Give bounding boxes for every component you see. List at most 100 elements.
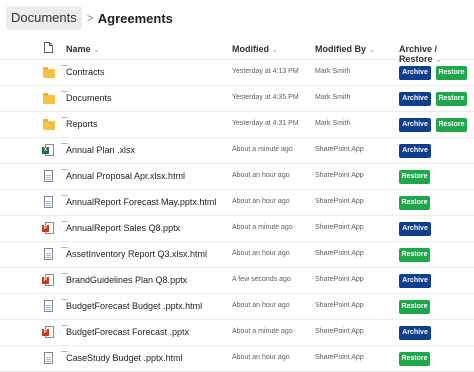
modified-by: SharePoint App [315, 328, 364, 335]
table-row[interactable]: P ⁓ BudgetForecast Forecast .pptx About a m… [0, 320, 474, 346]
new-item-icon: ⁓ [61, 349, 68, 356]
restore-button[interactable]: Restore [399, 196, 430, 210]
row-actions: Archive Restore [399, 66, 467, 80]
table-row[interactable]: ⁓ Reports Yesterday at 4:31 PM Mark Smith Ar… [0, 112, 474, 138]
modified-by: SharePoint App [315, 354, 364, 361]
folder-icon [42, 93, 56, 105]
column-name-label: Name [66, 44, 91, 54]
table-row[interactable]: X ⁓ Annual Plan .xlsx About a minute ago Sha… [0, 138, 474, 164]
table-row[interactable]: ⁓ AnnualReport Forecast May.pptx.html Abou… [0, 190, 474, 216]
table-row[interactable]: ⁓ CaseStudy Budget .pptx.html About an hou… [0, 346, 474, 372]
file-name[interactable]: ⁓ BudgetForecast Budget .pptx.html [61, 297, 202, 311]
row-actions: Archive [399, 326, 431, 340]
archive-button[interactable]: Archive [399, 144, 431, 158]
file-name[interactable]: ⁓ AnnualReport Sales Q8.pptx [61, 219, 180, 233]
breadcrumb-current: Agreements [97, 10, 173, 26]
excel-file-icon: X [42, 144, 56, 157]
table-row[interactable]: ⁓ Contracts Yesterday at 4:13 PM Mark Smith… [0, 60, 474, 86]
archive-button[interactable]: Archive [399, 92, 431, 106]
row-actions: Restore [399, 196, 430, 210]
row-actions: Archive Restore [399, 92, 467, 106]
file-name[interactable]: ⁓ AnnualReport Forecast May.pptx.html [61, 193, 216, 207]
archive-button[interactable]: Archive [399, 222, 431, 236]
modified-date: About a minute ago [232, 146, 293, 153]
new-item-icon: ⁓ [61, 141, 68, 148]
file-name[interactable]: ⁓ Reports [61, 115, 98, 129]
new-item-icon: ⁓ [61, 89, 68, 96]
file-name[interactable]: ⁓ Documents [61, 89, 112, 103]
table-row[interactable]: ⁓ Documents Yesterday at 4:35 PM Mark Smith… [0, 86, 474, 112]
file-name[interactable]: ⁓ BrandGuidelines Plan Q8.pptx [61, 271, 187, 285]
file-name[interactable]: ⁓ Annual Plan .xlsx [61, 141, 135, 155]
modified-date: About an hour ago [232, 250, 290, 257]
new-item-icon: ⁓ [61, 167, 68, 174]
modified-date: About a minute ago [232, 328, 293, 335]
table-row[interactable]: ⁓ AssetInventory Report Q3.xlsx.html About… [0, 242, 474, 268]
chevron-down-icon: ⌄ [369, 47, 375, 54]
table-row[interactable]: P ⁓ BrandGuidelines Plan Q8.pptx A few seco… [0, 268, 474, 294]
file-list: Name ⌄ Modified ⌄ Modified By ⌄ Archive / R… [0, 38, 474, 372]
new-item-icon: ⁓ [61, 297, 68, 304]
modified-date: A few seconds ago [232, 276, 291, 283]
column-modified-label: Modified [232, 44, 269, 54]
modified-by: SharePoint App [315, 250, 364, 257]
modified-by: SharePoint App [315, 302, 364, 309]
restore-button[interactable]: Restore [436, 92, 467, 106]
modified-by: Mark Smith [315, 68, 351, 75]
new-item-icon: ⁓ [61, 193, 68, 200]
archive-button[interactable]: Archive [399, 118, 431, 132]
file-type-header-icon[interactable] [44, 42, 53, 55]
file-name[interactable]: ⁓ CaseStudy Budget .pptx.html [61, 349, 183, 363]
modified-date: Yesterday at 4:13 PM [232, 68, 299, 75]
column-modified-by[interactable]: Modified By ⌄ [315, 44, 375, 54]
restore-button[interactable]: Restore [399, 300, 430, 314]
restore-button[interactable]: Restore [399, 170, 430, 184]
row-actions: Restore [399, 170, 430, 184]
restore-button[interactable]: Restore [399, 352, 430, 366]
folder-icon [42, 67, 56, 79]
new-item-icon: ⁓ [61, 323, 68, 330]
table-row[interactable]: ⁓ BudgetForecast Budget .pptx.html About a… [0, 294, 474, 320]
restore-button[interactable]: Restore [399, 248, 430, 262]
archive-button[interactable]: Archive [399, 66, 431, 80]
new-item-icon: ⁓ [61, 115, 68, 122]
row-actions: Restore [399, 300, 430, 314]
html-file-icon [42, 248, 56, 261]
row-actions: Archive [399, 222, 431, 236]
rows-container: ⁓ Contracts Yesterday at 4:13 PM Mark Smith… [0, 60, 474, 372]
column-modified[interactable]: Modified ⌄ [232, 44, 278, 54]
archive-button[interactable]: Archive [399, 274, 431, 288]
table-row[interactable]: ⁓ Annual Proposal Apr.xlsx.html About an h… [0, 164, 474, 190]
file-name[interactable]: ⁓ BudgetForecast Forecast .pptx [61, 323, 189, 337]
archive-button[interactable]: Archive [399, 326, 431, 340]
modified-by: SharePoint App [315, 198, 364, 205]
modified-date: About an hour ago [232, 354, 290, 361]
powerpoint-file-icon: P [42, 222, 56, 235]
new-item-icon: ⁓ [61, 219, 68, 226]
modified-by: SharePoint App [315, 224, 364, 231]
breadcrumb-documents[interactable]: Documents [6, 6, 82, 30]
column-name[interactable]: Name ⌄ [66, 44, 99, 54]
modified-date: About an hour ago [232, 198, 290, 205]
row-actions: Archive [399, 144, 431, 158]
chevron-down-icon: ⌄ [272, 47, 278, 54]
powerpoint-file-icon: P [42, 326, 56, 339]
powerpoint-file-icon: P [42, 274, 56, 287]
column-header-row: Name ⌄ Modified ⌄ Modified By ⌄ Archive / R… [0, 38, 474, 64]
modified-date: Yesterday at 4:31 PM [232, 120, 299, 127]
html-file-icon [42, 352, 56, 365]
file-name[interactable]: ⁓ AssetInventory Report Q3.xlsx.html [61, 245, 207, 259]
modified-by: SharePoint App [315, 146, 364, 153]
modified-by: SharePoint App [315, 276, 364, 283]
row-actions: Archive [399, 274, 431, 288]
folder-icon [42, 119, 56, 131]
restore-button[interactable]: Restore [436, 118, 467, 132]
html-file-icon [42, 170, 56, 183]
table-row[interactable]: P ⁓ AnnualReport Sales Q8.pptx About a minu… [0, 216, 474, 242]
restore-button[interactable]: Restore [436, 66, 467, 80]
row-actions: Restore [399, 352, 430, 366]
html-file-icon [42, 196, 56, 209]
file-name[interactable]: ⁓ Contracts [61, 63, 105, 77]
file-name[interactable]: ⁓ Annual Proposal Apr.xlsx.html [61, 167, 185, 181]
modified-date: About an hour ago [232, 302, 290, 309]
